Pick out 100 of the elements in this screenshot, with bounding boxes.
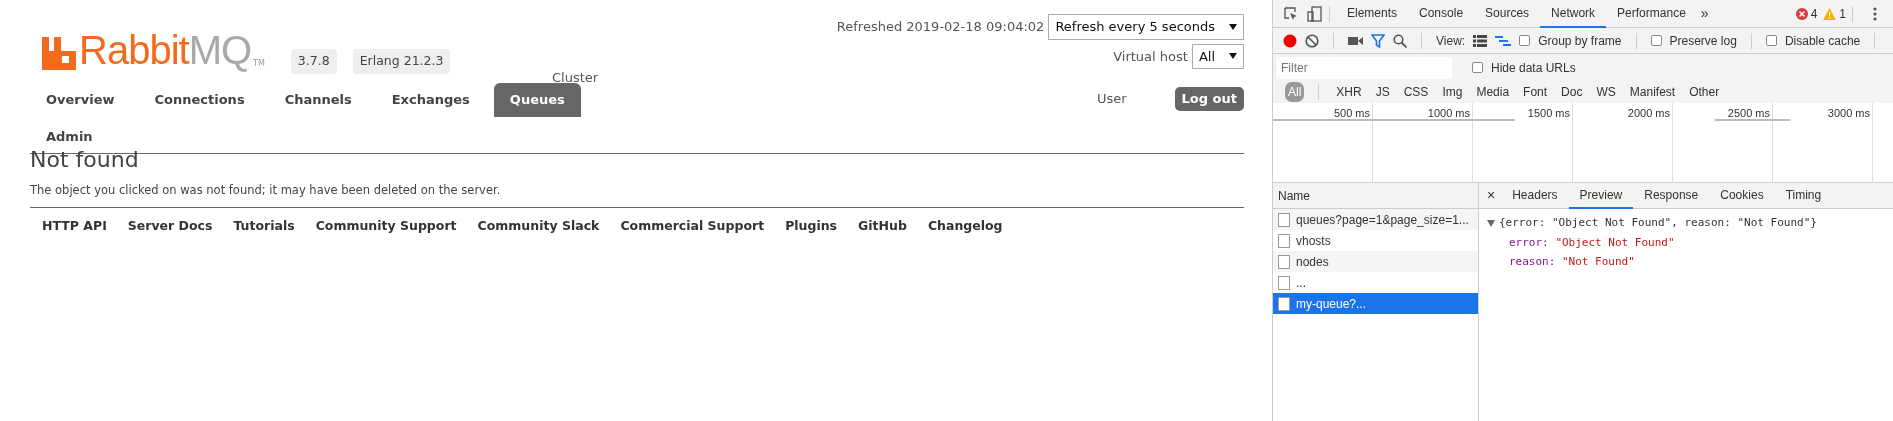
request-name: queues?page=1&page_size=1... xyxy=(1296,211,1469,229)
clear-icon[interactable] xyxy=(1305,33,1319,48)
request-row[interactable]: nodes xyxy=(1273,251,1478,272)
close-button[interactable]: × xyxy=(1487,185,1496,206)
more-options-icon[interactable] xyxy=(1873,6,1877,21)
preview-summary: {error: "Object Not Found", reason: "Not Found"} xyxy=(1499,215,1817,231)
search-icon[interactable] xyxy=(1393,33,1407,48)
property-line: reason: "Not Found" xyxy=(1509,254,1636,270)
virtual-host-label: Virtual host xyxy=(1113,47,1188,66)
detail-tab[interactable]: Timing xyxy=(1774,183,1833,209)
version-label: 3.7.8 xyxy=(290,49,337,74)
type-filter[interactable]: Other xyxy=(1686,82,1723,102)
view-label: View: xyxy=(1436,32,1466,50)
nav-tab[interactable]: Queues xyxy=(493,83,581,117)
footer-link[interactable]: HTTP API xyxy=(42,217,107,237)
request-name: ... xyxy=(1296,274,1306,292)
checkbox[interactable] xyxy=(1650,35,1662,46)
error-message: The object you clicked on was not found; it may have been deleted on the server. xyxy=(30,182,502,200)
request-row[interactable]: vhosts xyxy=(1273,230,1478,251)
footer-link[interactable]: Plugins xyxy=(785,217,838,237)
timeline-tick: 1500 ms xyxy=(1527,107,1570,119)
request-row[interactable]: ... xyxy=(1273,272,1478,293)
footer-link[interactable]: Changelog xyxy=(927,217,1003,237)
type-filter[interactable]: Font xyxy=(1520,82,1551,102)
more-tabs-button[interactable]: » xyxy=(1700,3,1709,24)
detail-tab[interactable]: Response xyxy=(1633,183,1710,209)
property-line: error: "Object Not Found" xyxy=(1509,234,1676,251)
file-icon xyxy=(1278,254,1290,269)
checkbox-label: Group by frame xyxy=(1538,32,1622,50)
trademark-text: TM xyxy=(253,58,265,70)
device-icon[interactable] xyxy=(1307,5,1323,22)
nav-tab[interactable]: Channels xyxy=(268,83,368,117)
warning-icon xyxy=(1823,7,1837,20)
camera-icon[interactable] xyxy=(1348,35,1363,46)
footer-link[interactable]: Community Support xyxy=(315,217,457,237)
footer-link[interactable]: Community Slack xyxy=(477,217,600,237)
timeline-tick: 2000 ms xyxy=(1627,107,1670,119)
error-icon xyxy=(1795,7,1808,20)
timeline-tick: 3000 ms xyxy=(1827,107,1870,119)
timeline-tick: 500 ms xyxy=(1333,107,1370,119)
type-filter[interactable]: Manifest xyxy=(1626,82,1679,102)
checkbox[interactable] xyxy=(1519,35,1531,46)
file-icon xyxy=(1278,212,1290,227)
footer-link[interactable]: GitHub xyxy=(858,217,907,237)
file-icon xyxy=(1278,233,1290,248)
checkbox[interactable] xyxy=(1765,35,1777,46)
virtual-host-select[interactable]: All xyxy=(1191,43,1244,69)
detail-tab[interactable]: Headers xyxy=(1501,183,1569,209)
devtools-tab[interactable]: Elements xyxy=(1336,0,1409,28)
type-filter[interactable]: JS xyxy=(1372,82,1393,102)
nav-tab[interactable]: Connections xyxy=(138,83,261,117)
expanded-triangle-icon[interactable] xyxy=(1487,219,1495,227)
devtools-tab[interactable]: Network xyxy=(1540,0,1607,28)
checkbox-label: Disable cache xyxy=(1784,32,1861,50)
user-label: User xyxy=(1096,90,1127,108)
waterfall-icon[interactable] xyxy=(1495,34,1512,47)
type-filter[interactable]: Doc xyxy=(1558,82,1586,102)
footer-link[interactable]: Commercial Support xyxy=(620,217,765,237)
cluster-label: Cluster xyxy=(552,69,599,84)
rabbit-logo-icon xyxy=(42,37,76,70)
warning-count: 1 xyxy=(1839,5,1846,23)
error-count: 4 xyxy=(1810,5,1818,23)
page-heading: Not found xyxy=(30,148,140,173)
request-row[interactable]: queues?page=1&page_size=1... xyxy=(1273,209,1478,230)
devtools-tab[interactable]: Performance xyxy=(1606,0,1697,28)
request-row[interactable]: my-queue?... xyxy=(1273,293,1478,314)
type-filter[interactable]: CSS xyxy=(1400,82,1432,102)
filter-icon[interactable] xyxy=(1371,33,1385,48)
request-name: nodes xyxy=(1296,253,1329,271)
file-icon xyxy=(1278,275,1290,290)
caret-icon xyxy=(1229,53,1237,60)
request-name: vhosts xyxy=(1296,232,1331,250)
record-icon[interactable] xyxy=(1283,33,1297,48)
list-view-icon[interactable] xyxy=(1473,34,1488,47)
refresh-select[interactable]: Refresh every 5 seconds xyxy=(1048,14,1244,40)
footer-link[interactable]: Tutorials xyxy=(233,217,295,237)
caret-icon xyxy=(1229,23,1237,30)
checkbox-label: Preserve log xyxy=(1669,32,1737,50)
detail-tab[interactable]: Cookies xyxy=(1709,183,1775,209)
nav-tab[interactable]: Overview xyxy=(30,83,131,117)
type-filter[interactable]: WS xyxy=(1593,82,1619,102)
filter-field[interactable]: Filter xyxy=(1277,56,1452,79)
request-name: my-queue?... xyxy=(1296,295,1367,313)
type-filter[interactable]: XHR xyxy=(1333,82,1365,102)
inspect-icon[interactable] xyxy=(1283,5,1299,22)
checkbox-label: Hide data URLs xyxy=(1491,59,1576,77)
type-filter[interactable]: Media xyxy=(1473,82,1513,102)
column-header: Name xyxy=(1273,183,1478,209)
footer-link[interactable]: Server Docs xyxy=(127,217,213,237)
file-icon xyxy=(1278,296,1290,311)
devtools-tab[interactable]: Sources xyxy=(1474,0,1541,28)
devtools-tab[interactable]: Console xyxy=(1408,0,1475,28)
refreshed-text: Refreshed 2019-02-18 09:04:02 xyxy=(836,18,1045,36)
timeline-tick: 1000 ms xyxy=(1427,107,1470,119)
erlang-version-label: Erlang 21.2.3 xyxy=(352,49,451,74)
checkbox[interactable] xyxy=(1472,62,1483,73)
logout-button[interactable]: Log out xyxy=(1174,87,1244,111)
type-filter[interactable]: Img xyxy=(1439,82,1466,102)
nav-tab[interactable]: Exchanges xyxy=(375,83,486,117)
timeline-tick: 2500 ms xyxy=(1727,107,1770,119)
